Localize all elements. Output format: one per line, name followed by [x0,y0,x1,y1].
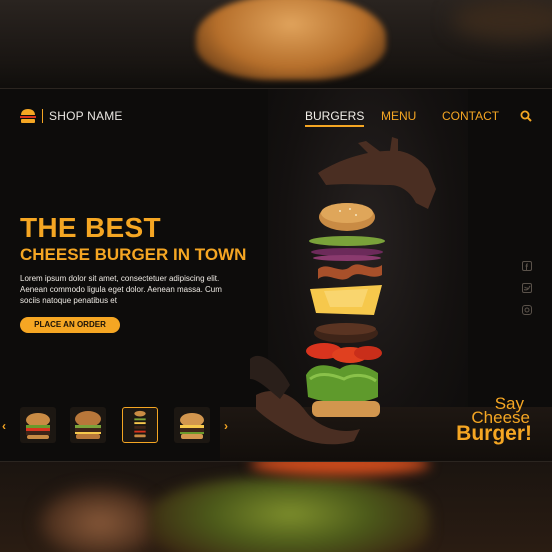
background-burger-bun-photo [0,0,552,90]
burger-icon [20,109,36,123]
chevron-left-icon[interactable]: ‹ [2,419,6,433]
nav-burgers[interactable]: BURGERS [305,109,365,127]
tagline-burger: Burger! [456,422,532,445]
nav-menu[interactable]: MENU [381,109,416,123]
chevron-right-icon[interactable]: › [224,419,228,433]
nav-contact[interactable]: CONTACT [442,109,499,123]
carousel-thumb-4[interactable] [174,407,210,443]
hero-description: Lorem ipsum dolor sit amet, consectetuer… [20,274,222,305]
hero-subtitle: CHEESE BURGER IN TOWN [20,245,247,264]
brand-logo[interactable]: SHOP NAME [20,109,123,123]
twitter-icon[interactable] [522,283,532,293]
landing-page-mockup: SHOP NAME BURGERS MENU CONTACT THE BEST … [0,88,552,462]
instagram-icon[interactable] [522,305,532,315]
facebook-icon[interactable] [522,261,532,271]
carousel-thumb-1[interactable] [20,407,56,443]
carousel-thumb-3[interactable] [122,407,158,443]
carousel-thumb-2[interactable] [70,407,106,443]
top-hand [318,150,436,209]
shop-name: SHOP NAME [49,109,123,123]
search-icon[interactable] [520,110,532,122]
floating-burger-illustration [250,137,436,445]
place-order-button[interactable]: PLACE AN ORDER [20,317,120,333]
logo-divider [42,109,43,123]
background-burger-photo [0,458,552,552]
hero-title: THE BEST [20,212,161,243]
